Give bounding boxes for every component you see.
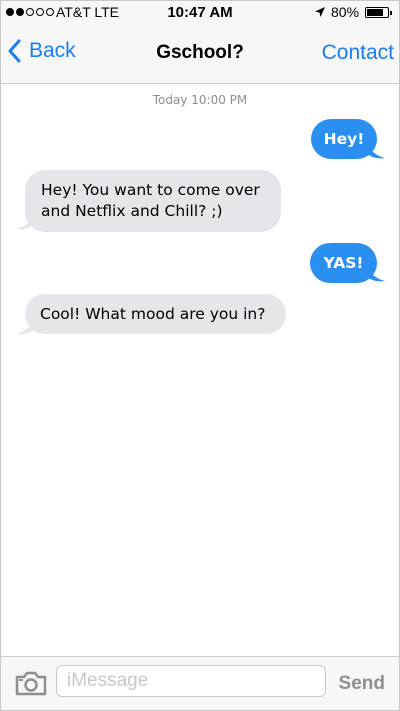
message-bubble-incoming[interactable]: Hey! You want to come over and Netflix a… xyxy=(25,170,281,232)
compose-bar: Send xyxy=(1,656,399,710)
navigation-bar: Back Gschool? Contact xyxy=(1,23,399,84)
back-button[interactable]: Back xyxy=(7,39,76,63)
camera-icon[interactable] xyxy=(15,670,47,696)
message-bubble-outgoing[interactable]: YAS! xyxy=(310,243,377,283)
message-bubble-incoming[interactable]: Cool! What mood are you in? xyxy=(25,294,286,334)
chevron-left-icon xyxy=(8,39,21,63)
status-bar: AT&T LTE 10:47 AM 80% xyxy=(1,1,399,23)
message-input[interactable] xyxy=(56,665,326,697)
contact-button[interactable]: Contact xyxy=(322,41,394,65)
message-bubble-outgoing[interactable]: Hey! xyxy=(311,119,377,159)
phone-screen: AT&T LTE 10:47 AM 80% Back Gschool? Cont… xyxy=(0,0,400,711)
battery-icon xyxy=(365,7,392,18)
battery-fill xyxy=(367,9,383,16)
battery-percent: 80% xyxy=(331,4,360,20)
send-button[interactable]: Send xyxy=(339,673,385,695)
thread-timestamp: Today 10:00 PM xyxy=(152,93,248,107)
location-arrow-icon xyxy=(315,7,325,17)
back-label: Back xyxy=(29,39,76,62)
battery-nub xyxy=(390,11,392,15)
